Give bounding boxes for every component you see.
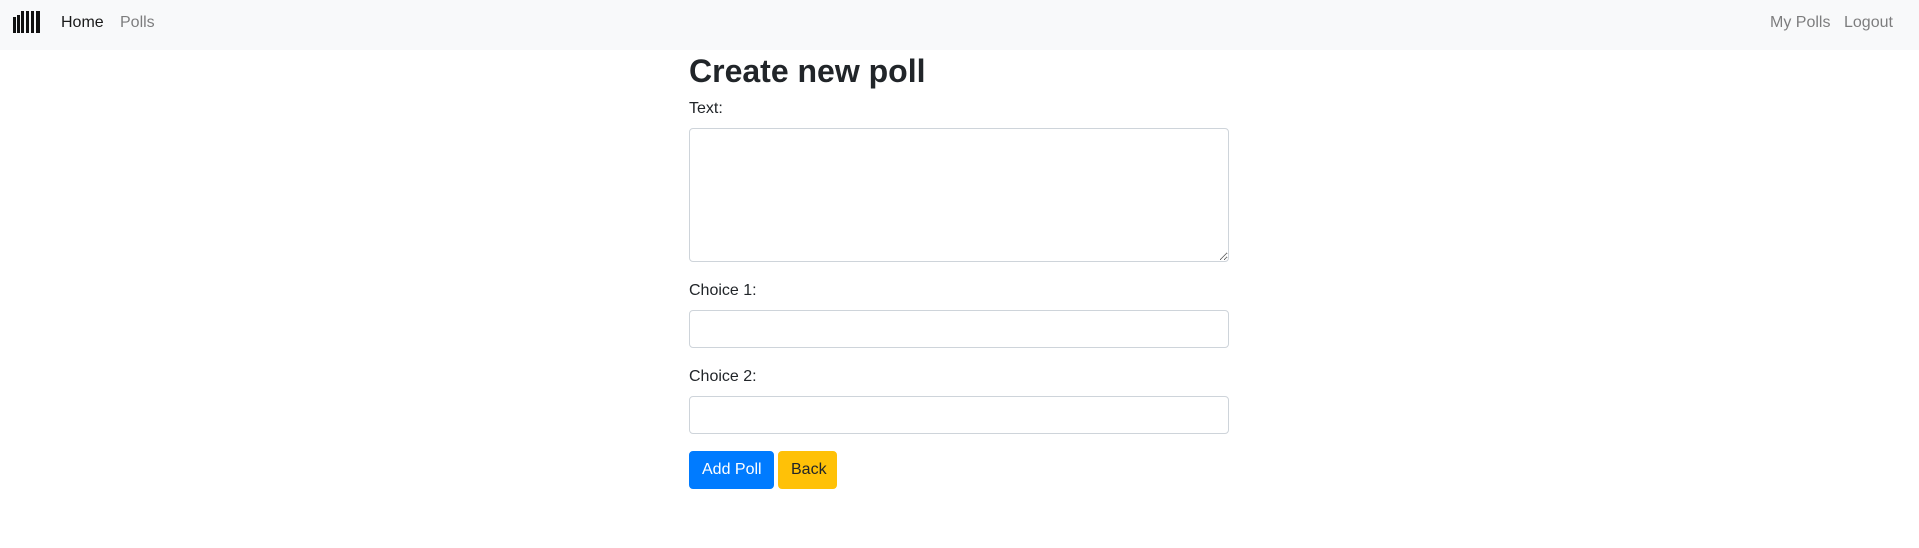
nav-link-home[interactable]: Home [61, 13, 104, 33]
nav-link-polls[interactable]: Polls [120, 13, 155, 33]
brand-logo-icon[interactable] [13, 11, 40, 33]
choice-2-input[interactable] [689, 396, 1229, 434]
add-poll-button[interactable]: Add Poll [689, 451, 774, 489]
choice-1-input[interactable] [689, 310, 1229, 348]
nav-link-my-polls[interactable]: My Polls [1770, 13, 1830, 33]
text-label: Text: [689, 100, 723, 117]
logo-icon [13, 11, 40, 33]
poll-text-input[interactable] [689, 128, 1229, 262]
nav-link-logout[interactable]: Logout [1844, 13, 1893, 33]
choice-2-label: Choice 2: [689, 368, 757, 385]
choice-1-label: Choice 1: [689, 282, 757, 299]
navbar: Home Polls My Polls Logout [0, 0, 1919, 50]
back-button[interactable]: Back [778, 451, 837, 489]
page-title: Create new poll [689, 53, 926, 89]
